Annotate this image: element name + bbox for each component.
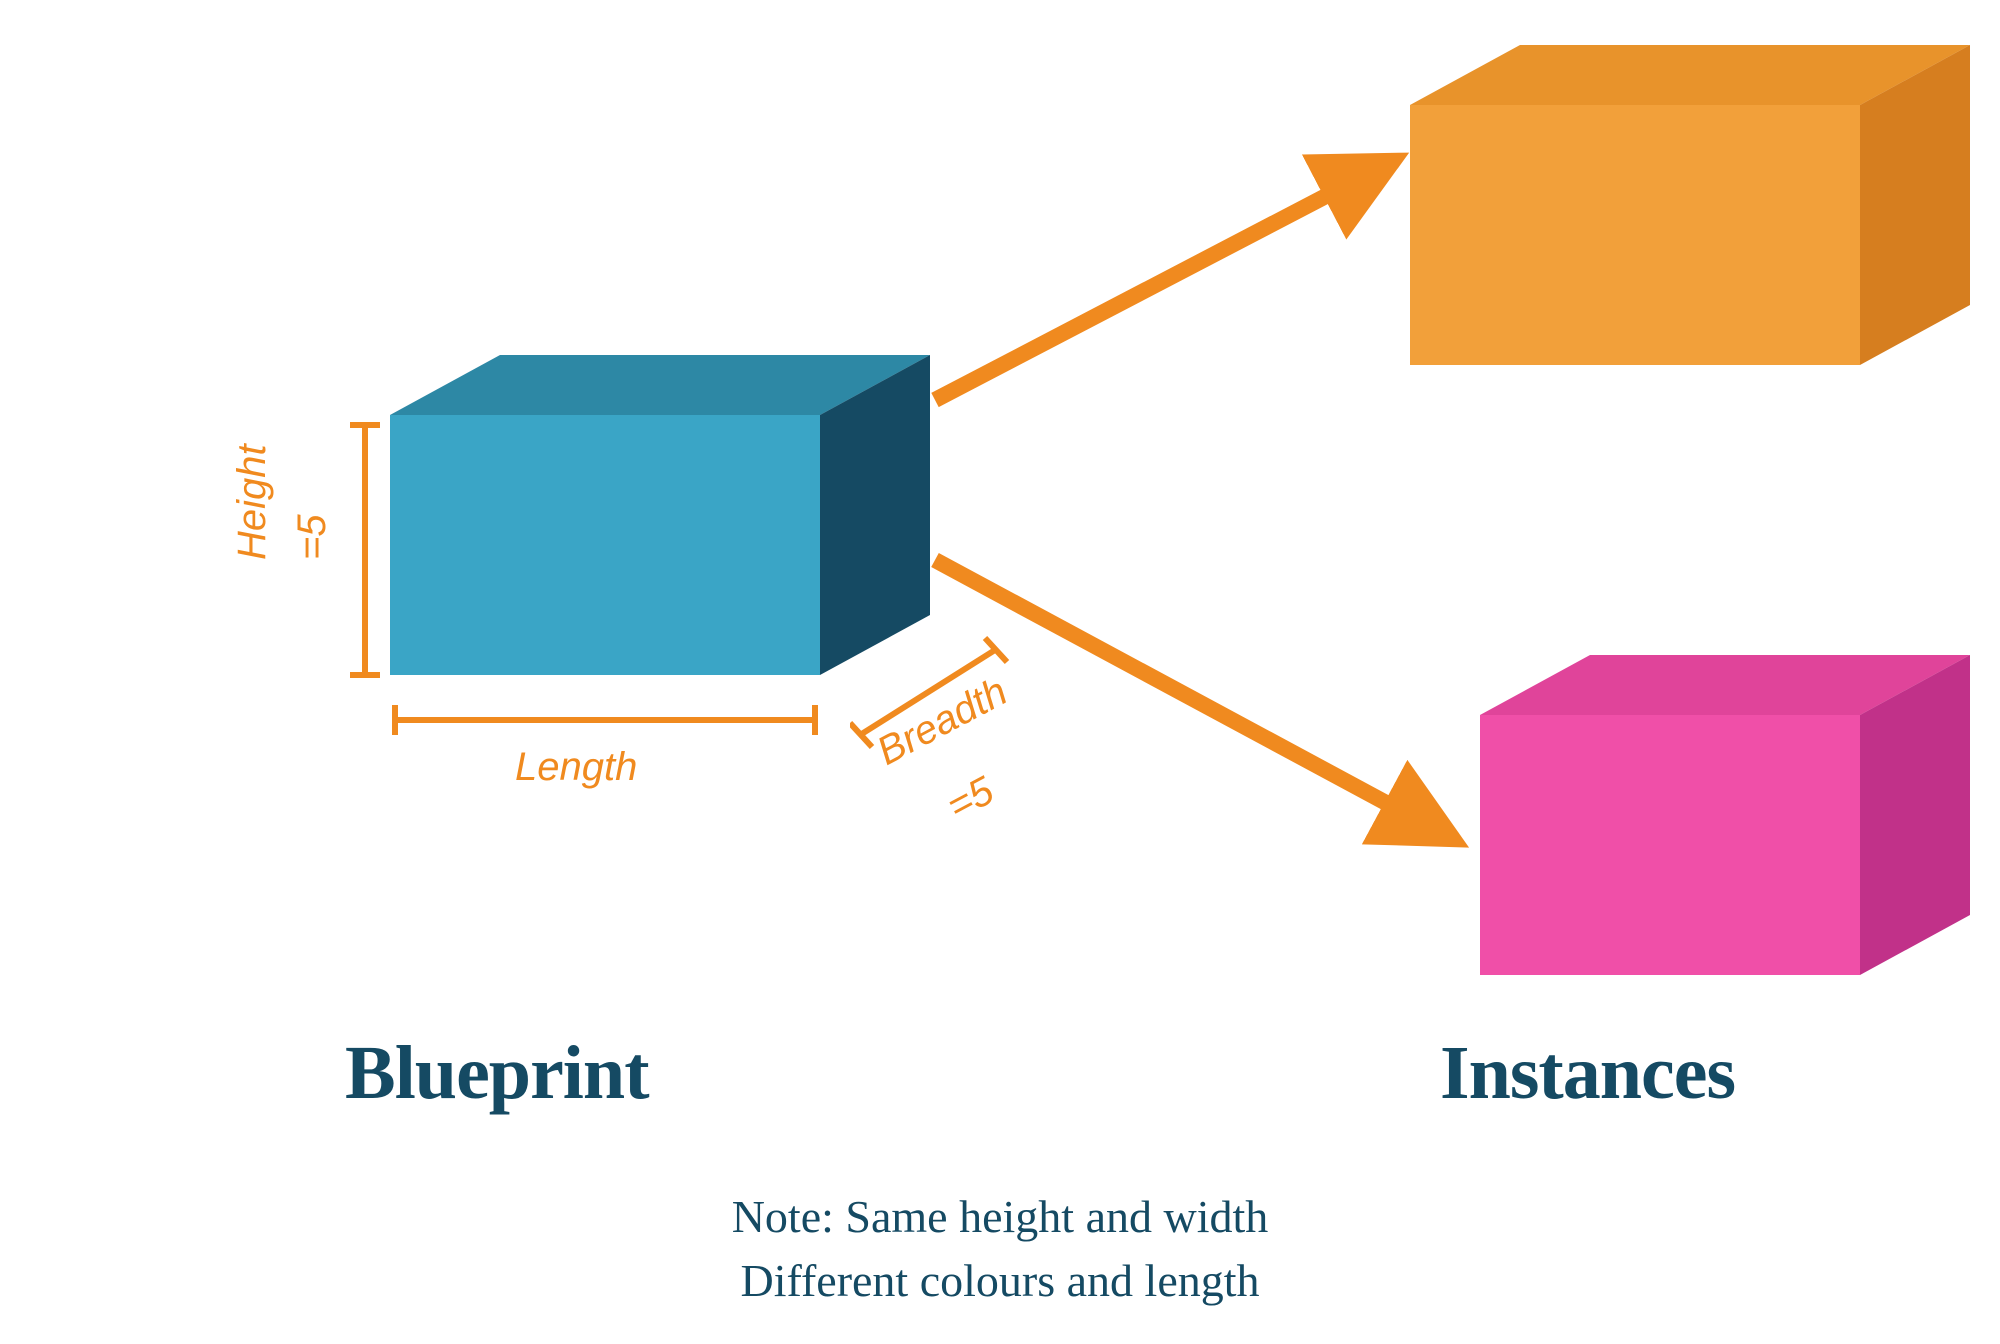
height-value-text: =5	[290, 514, 334, 560]
instances-heading: Instances	[1440, 1030, 1735, 1117]
note-line-1: Note: Same height and width	[0, 1185, 2000, 1249]
blueprint-cube	[370, 345, 940, 685]
height-label: Height	[230, 444, 275, 560]
arrow-to-orange	[925, 140, 1425, 420]
blueprint-heading: Blueprint	[345, 1030, 649, 1117]
blueprint-heading-text: Blueprint	[345, 1031, 649, 1115]
height-value: =5	[290, 514, 335, 560]
instance-cube-pink	[1460, 645, 1980, 985]
height-label-text: Height	[230, 444, 274, 560]
length-label: Length	[515, 745, 637, 790]
note-line-2: Different colours and length	[0, 1249, 2000, 1313]
length-label-text: Length	[515, 745, 637, 789]
note-text: Note: Same height and width Different co…	[0, 1185, 2000, 1314]
instance-cube-orange	[1390, 35, 1980, 375]
instances-heading-text: Instances	[1440, 1031, 1735, 1115]
diagram-canvas: Height =5 Length Breadth =5 Blueprint In…	[0, 0, 2000, 1344]
height-bracket-icon	[345, 420, 385, 680]
length-bracket-icon	[390, 700, 820, 740]
